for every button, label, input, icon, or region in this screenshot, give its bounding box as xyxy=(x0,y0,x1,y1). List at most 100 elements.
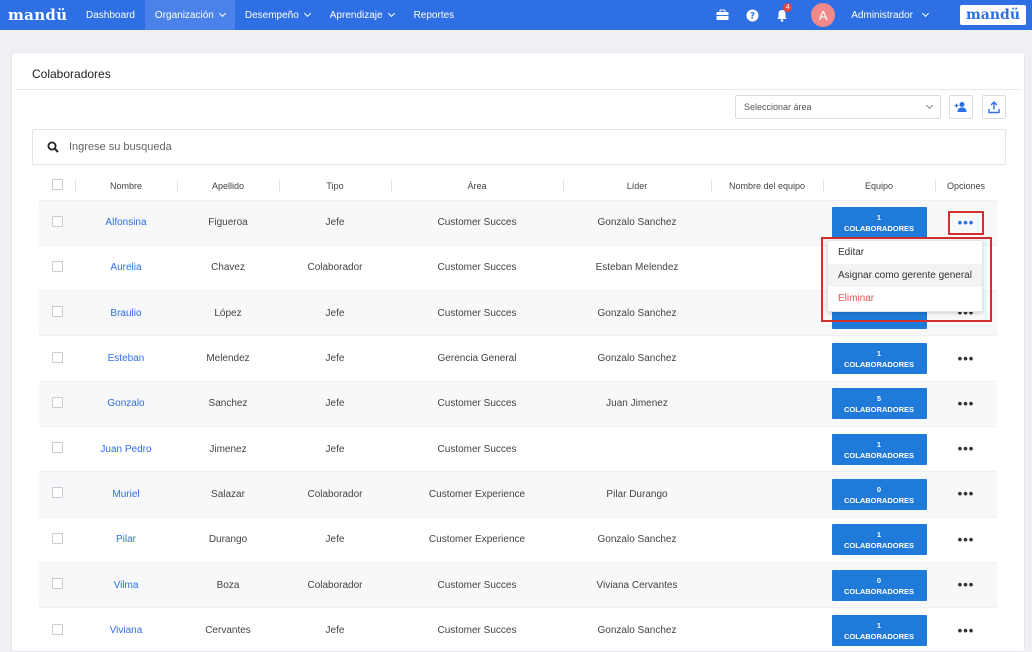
nav-item-aprendizaje[interactable]: Aprendizaje xyxy=(320,0,404,30)
row-select-cell xyxy=(39,244,75,291)
cell-equipo-nombre xyxy=(711,380,823,427)
cell-nombre[interactable]: Pilar xyxy=(75,516,177,563)
header-select-all[interactable] xyxy=(39,172,75,200)
nav-item-organizaci-n[interactable]: Organización xyxy=(144,0,235,30)
options-button[interactable]: ••• xyxy=(948,573,984,597)
options-button[interactable]: ••• xyxy=(948,392,984,416)
team-count-button[interactable]: 5 COLABORADORES xyxy=(831,388,927,420)
cell-apellido: Jimenez xyxy=(177,425,279,472)
cell-lider: Viviana Cervantes xyxy=(563,561,711,608)
cell-nombre[interactable]: Muriel xyxy=(75,471,177,518)
cell-apellido: Salazar xyxy=(177,471,279,518)
select-all-checkbox[interactable] xyxy=(51,179,63,191)
nav-item-desempe-o[interactable]: Desempeño xyxy=(235,0,320,30)
cell-nombre[interactable]: Gonzalo xyxy=(75,380,177,427)
row-checkbox[interactable] xyxy=(51,260,63,272)
table-row: Vilma Boza Colaborador Customer Succes Vivia… xyxy=(39,561,997,608)
cell-equipo-nombre xyxy=(711,199,823,246)
row-select-cell xyxy=(39,335,75,382)
header-nombre-equipo[interactable]: Nombre del equipo xyxy=(711,172,823,200)
row-checkbox[interactable] xyxy=(51,623,63,635)
nav-item-label: Organización xyxy=(154,9,214,21)
team-suffix: COLABORADORES xyxy=(843,541,914,551)
options-button[interactable]: ••• xyxy=(948,347,984,371)
header-apellido[interactable]: Apellido xyxy=(177,172,279,200)
row-checkbox[interactable] xyxy=(51,306,63,318)
header-nombre[interactable]: Nombre xyxy=(75,172,177,200)
cell-equipo: 5 COLABORADORES xyxy=(823,380,935,427)
cell-apellido: Durango xyxy=(177,516,279,563)
header-opciones: Opciones xyxy=(935,172,997,200)
options-button[interactable]: ••• xyxy=(948,619,984,643)
cell-equipo: 1 COLABORADORES xyxy=(823,335,935,382)
cell-equipo-nombre xyxy=(711,471,823,518)
header-lider[interactable]: Líder xyxy=(563,172,711,200)
top-navbar: mandü Dashboard Organización Desempeño Apre… xyxy=(0,0,1032,30)
row-checkbox[interactable] xyxy=(51,578,63,590)
row-checkbox[interactable] xyxy=(51,351,63,363)
menu-item-editar[interactable]: Editar xyxy=(828,241,982,264)
options-button[interactable]: ••• xyxy=(948,437,984,461)
nav-item-reportes[interactable]: Reportes xyxy=(404,0,465,30)
avatar[interactable]: A xyxy=(811,3,836,27)
team-count-button[interactable]: 1 COLABORADORES xyxy=(831,524,927,556)
brand-logo[interactable]: mandü xyxy=(0,6,76,24)
row-select-cell xyxy=(39,561,75,608)
more-options-icon: ••• xyxy=(957,577,975,593)
row-checkbox[interactable] xyxy=(51,487,63,499)
row-checkbox[interactable] xyxy=(51,442,63,454)
options-button[interactable]: ••• xyxy=(948,528,984,552)
search-bar xyxy=(32,129,1006,165)
cell-nombre[interactable]: Viviana xyxy=(75,607,177,652)
table-row: Viviana Cervantes Jefe Customer Succes Gonza… xyxy=(39,607,997,652)
title-divider xyxy=(16,89,1020,90)
cell-nombre[interactable]: Braulio xyxy=(75,290,177,336)
user-menu[interactable]: Administrador xyxy=(851,10,930,21)
cell-tipo: Jefe xyxy=(279,290,391,336)
help-icon[interactable]: ? xyxy=(737,0,767,30)
cell-nombre[interactable]: Aurelia xyxy=(75,244,177,291)
cell-opciones: ••• xyxy=(935,380,997,427)
table-header-row: Nombre Apellido Tipo Área Líder Nombre d… xyxy=(39,172,997,200)
chevron-down-icon xyxy=(218,9,226,18)
menu-item-asignar-gerente[interactable]: Asignar como gerente general xyxy=(828,264,982,287)
team-count-button[interactable]: 1 COLABORADORES xyxy=(831,615,927,647)
add-user-button[interactable] xyxy=(949,95,973,119)
team-suffix: COLABORADORES xyxy=(843,450,914,460)
options-button[interactable]: ••• xyxy=(948,482,984,506)
team-count-button[interactable]: 0 COLABORADORES xyxy=(831,478,927,510)
options-button[interactable]: ••• xyxy=(948,210,984,235)
team-count-button[interactable]: 1 COLABORADORES xyxy=(831,207,927,239)
search-input[interactable] xyxy=(69,141,669,153)
chevron-down-icon xyxy=(387,9,395,18)
cell-equipo: 1 COLABORADORES xyxy=(823,607,935,652)
cell-nombre[interactable]: Alfonsina xyxy=(75,199,177,246)
header-tipo[interactable]: Tipo xyxy=(279,172,391,200)
menu-item-eliminar[interactable]: Eliminar xyxy=(828,287,982,310)
search-icon xyxy=(47,141,59,153)
upload-button[interactable] xyxy=(982,95,1006,119)
nav-item-dashboard[interactable]: Dashboard xyxy=(76,0,145,30)
cell-tipo: Jefe xyxy=(279,199,391,246)
cell-equipo: 0 COLABORADORES xyxy=(823,561,935,608)
cell-nombre[interactable]: Juan Pedro xyxy=(75,425,177,472)
row-checkbox[interactable] xyxy=(51,215,63,227)
briefcase-icon[interactable] xyxy=(707,0,737,30)
cell-equipo: 1 COLABORADORES xyxy=(823,425,935,472)
more-options-icon: ••• xyxy=(957,350,975,366)
cell-equipo-nombre xyxy=(711,425,823,472)
team-count-button[interactable]: 1 COLABORADORES xyxy=(831,433,927,465)
upload-icon xyxy=(988,100,1000,113)
team-count-button[interactable]: 1 COLABORADORES xyxy=(831,343,927,375)
area-select[interactable]: Seleccionar área xyxy=(735,95,941,119)
header-area[interactable]: Área xyxy=(391,172,563,200)
bell-icon[interactable]: 4 xyxy=(767,0,797,30)
cell-tipo: Colaborador xyxy=(279,244,391,291)
row-checkbox[interactable] xyxy=(51,396,63,408)
row-select-cell xyxy=(39,425,75,472)
cell-nombre[interactable]: Vilma xyxy=(75,561,177,608)
cell-nombre[interactable]: Esteban xyxy=(75,335,177,382)
row-checkbox[interactable] xyxy=(51,532,63,544)
team-count-button[interactable]: 0 COLABORADORES xyxy=(831,569,927,601)
cell-lider: Gonzalo Sanchez xyxy=(563,607,711,652)
